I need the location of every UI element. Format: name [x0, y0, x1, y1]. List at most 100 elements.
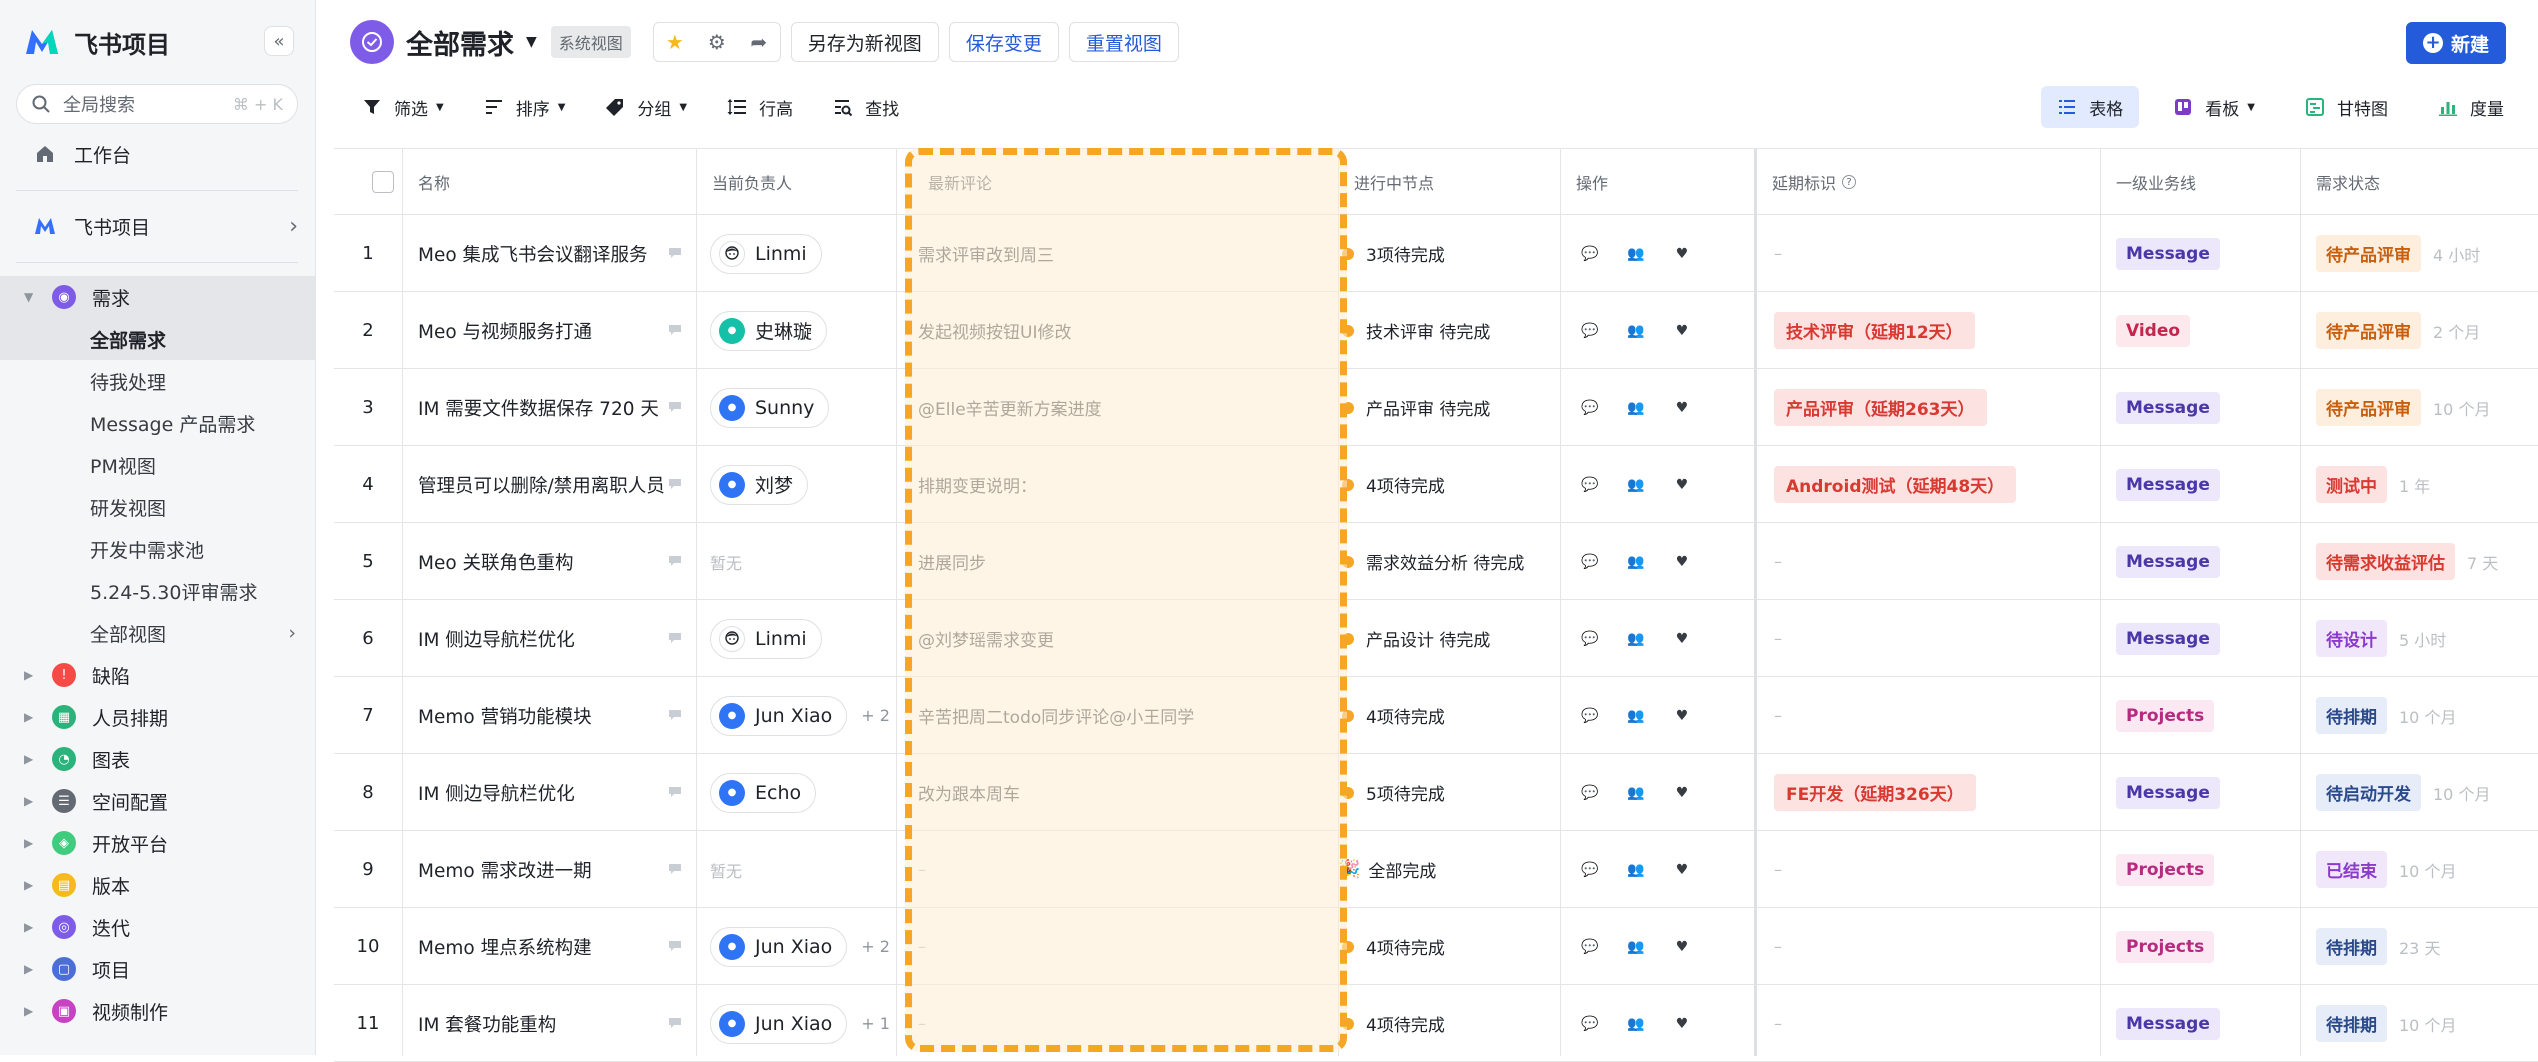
biz-cell[interactable]: Projects	[2116, 908, 2300, 985]
node-cell[interactable]: 🎉 全部完成	[1338, 831, 1560, 908]
latest-comment-cell[interactable]: –	[896, 985, 1338, 1062]
group-chat-icon[interactable]: 👥	[1627, 1016, 1644, 1032]
sidebar-item-8[interactable]: ▶ ▢ 项目	[0, 948, 316, 990]
heart-icon[interactable]: ♥	[1674, 477, 1690, 493]
table-row[interactable]: 3 IM 需要文件数据保存 720 天 ● Sunny @Elle辛苦更新方案进度 产品评…	[334, 369, 2538, 446]
requirement-name[interactable]: IM 侧边导航栏优化	[418, 600, 688, 677]
comment-bubble-icon[interactable]	[668, 247, 682, 259]
triangle-right-icon[interactable]: ▶	[24, 710, 40, 724]
comment-bubble-icon[interactable]	[668, 863, 682, 875]
sidebar-item-2[interactable]: ▶ ▦ 人员排期	[0, 696, 316, 738]
biz-cell[interactable]: Message	[2116, 369, 2300, 446]
tab-table[interactable]: 表格	[2041, 86, 2140, 128]
biz-cell[interactable]: Projects	[2116, 831, 2300, 908]
comment-bubble-icon[interactable]	[668, 324, 682, 336]
triangle-right-icon[interactable]: ▶	[24, 1004, 40, 1018]
comment-icon[interactable]: 💬	[1581, 939, 1598, 955]
comment-icon[interactable]: 💬	[1581, 785, 1598, 801]
latest-comment-cell[interactable]: 改为跟本周车	[896, 754, 1338, 831]
requirement-name[interactable]: IM 需要文件数据保存 720 天	[418, 369, 688, 446]
owner-chip[interactable]: ● Jun Xiao	[710, 1003, 848, 1044]
owner-chip[interactable]: Linmi	[710, 233, 822, 274]
save-as-new-view-button[interactable]: 另存为新视图	[790, 22, 939, 62]
sidebar-item-6[interactable]: ▶ ▤ 版本	[0, 864, 316, 906]
table-row[interactable]: 1 Meo 集成飞书会议翻译服务 Linmi 需求评审改到周三 3项待完成 💬 👥 ♥ – Mes…	[334, 215, 2538, 292]
group-chat-icon[interactable]: 👥	[1627, 785, 1644, 801]
node-cell[interactable]: 需求效益分析 待完成	[1338, 523, 1560, 600]
triangle-right-icon[interactable]: ▶	[24, 920, 40, 934]
biz-cell[interactable]: Message	[2116, 754, 2300, 831]
status-cell[interactable]: 待需求收益评估 7 天	[2316, 523, 2538, 600]
group-chat-icon[interactable]: 👥	[1627, 939, 1644, 955]
collapse-sidebar-button[interactable]: «	[264, 26, 294, 56]
node-cell[interactable]: 产品评审 待完成	[1338, 369, 1560, 446]
sidebar-item-3[interactable]: ▶ ◔ 图表	[0, 738, 316, 780]
node-cell[interactable]: 3项待完成	[1338, 215, 1560, 292]
extra-owner-count[interactable]: + 2	[861, 706, 890, 725]
requirement-name[interactable]: Memo 需求改进一期	[418, 831, 688, 908]
table-row[interactable]: 8 IM 侧边导航栏优化 ● Echo 改为跟本周车 5项待完成 💬 👥 ♥ FE开发（延期326…	[334, 754, 2538, 831]
column-header-ops[interactable]: 操作	[1560, 149, 1608, 215]
sidebar-subitem-7[interactable]: 全部视图 ›	[0, 612, 316, 654]
owner-chip[interactable]: ● Jun Xiao	[710, 926, 848, 967]
comment-icon[interactable]: 💬	[1581, 1016, 1598, 1032]
latest-comment-text[interactable]: 改为跟本周车	[896, 780, 1020, 805]
triangle-right-icon[interactable]: ▶	[24, 794, 40, 808]
requirement-name[interactable]: Meo 关联角色重构	[418, 523, 688, 600]
node-cell[interactable]: 4项待完成	[1338, 908, 1560, 985]
table-row[interactable]: 4 管理员可以删除/禁用离职人员 ● 刘梦 排期变更说明： 4项待完成 💬 👥 ♥ Android…	[334, 446, 2538, 523]
sidebar-item-1[interactable]: ▶! 缺陷	[0, 654, 316, 696]
biz-cell[interactable]: Message	[2116, 985, 2300, 1062]
heart-icon[interactable]: ♥	[1674, 554, 1690, 570]
page-title[interactable]: 全部需求	[406, 23, 514, 62]
table-row[interactable]: 6 IM 侧边导航栏优化 Linmi @刘梦瑶需求变更 产品设计 待完成 💬 👥 ♥ – Mess…	[334, 600, 2538, 677]
biz-cell[interactable]: Message	[2116, 215, 2300, 292]
owner-chip[interactable]: ● Echo	[710, 772, 817, 813]
latest-comment-text[interactable]: 进展同步	[896, 549, 986, 574]
biz-cell[interactable]: Video	[2116, 292, 2300, 369]
status-cell[interactable]: 待启动开发 10 个月	[2316, 754, 2538, 831]
owner-chip[interactable]: ● 刘梦	[710, 464, 809, 505]
latest-comment-text[interactable]: 发起视频按钮UI修改	[896, 318, 1071, 343]
star-icon[interactable]: ★	[654, 23, 696, 61]
node-cell[interactable]: 4项待完成	[1338, 446, 1560, 523]
status-cell[interactable]: 待排期 10 个月	[2316, 985, 2538, 1062]
row-height-button[interactable]: 行高	[727, 95, 793, 120]
latest-comment-cell[interactable]: @Elle辛苦更新方案进度	[896, 369, 1338, 446]
save-changes-button[interactable]: 保存变更	[948, 22, 1059, 62]
comment-bubble-icon[interactable]	[668, 709, 682, 721]
heart-icon[interactable]: ♥	[1674, 785, 1690, 801]
gear-icon[interactable]: ⚙	[696, 23, 738, 61]
comment-bubble-icon[interactable]	[668, 786, 682, 798]
status-cell[interactable]: 待排期 10 个月	[2316, 677, 2538, 754]
comment-icon[interactable]: 💬	[1581, 554, 1598, 570]
triangle-down-icon[interactable]: ▼	[24, 290, 40, 304]
latest-comment-cell[interactable]: 辛苦把周二todo同步评论@小王同学	[896, 677, 1338, 754]
column-header-biz[interactable]: 一级业务线	[2100, 149, 2196, 215]
column-header-name[interactable]: 名称	[402, 149, 450, 215]
brand[interactable]: 飞书项目	[24, 22, 170, 62]
comment-icon[interactable]: 💬	[1581, 631, 1598, 647]
tab-kanban[interactable]: 看板 ▼	[2157, 86, 2271, 128]
caret-down-icon[interactable]: ▼	[526, 34, 537, 50]
column-header-node[interactable]: 进行中节点	[1338, 149, 1434, 215]
group-chat-icon[interactable]: 👥	[1627, 708, 1644, 724]
sidebar-item-workbench[interactable]: 工作台	[34, 138, 131, 170]
sidebar-subitem-2[interactable]: Message 产品需求	[0, 402, 316, 444]
reset-view-button[interactable]: 重置视图	[1068, 22, 1179, 62]
heart-icon[interactable]: ♥	[1674, 708, 1690, 724]
comment-bubble-icon[interactable]	[668, 632, 682, 644]
heart-icon[interactable]: ♥	[1674, 631, 1690, 647]
sidebar-item-5[interactable]: ▶ ◈ 开放平台	[0, 822, 316, 864]
owner-chip[interactable]: ● Jun Xiao	[710, 695, 848, 736]
comment-icon[interactable]: 💬	[1581, 323, 1598, 339]
latest-comment-text[interactable]: 排期变更说明：	[896, 472, 1037, 497]
requirement-name[interactable]: Meo 与视频服务打通	[418, 292, 688, 369]
share-icon[interactable]: ➦	[738, 23, 780, 61]
status-cell[interactable]: 待产品评审 10 个月	[2316, 369, 2538, 446]
table-row[interactable]: 11 IM 套餐功能重构 ● Jun Xiao + 1 – 4项待完成 💬 👥 ♥ – Message…	[334, 985, 2538, 1062]
extra-owner-count[interactable]: + 2	[861, 937, 890, 956]
status-cell[interactable]: 待排期 23 天	[2316, 908, 2538, 985]
sidebar-project-switcher[interactable]: 飞书项目 ›	[34, 208, 298, 244]
extra-owner-count[interactable]: + 1	[861, 1014, 890, 1033]
